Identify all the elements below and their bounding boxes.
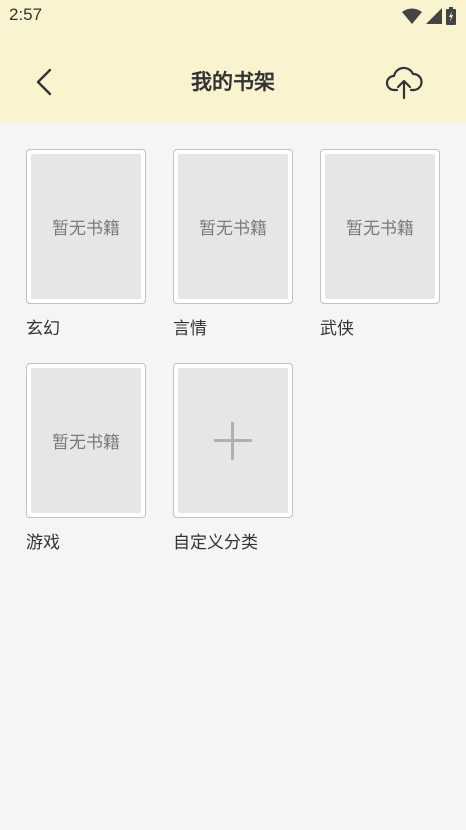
shelf-label: 武侠 xyxy=(320,319,354,339)
cellular-signal-icon xyxy=(426,8,442,24)
shelf-label: 游戏 xyxy=(26,533,60,553)
shelf-label: 玄幻 xyxy=(26,319,60,339)
wifi-icon xyxy=(402,8,422,24)
battery-icon xyxy=(446,7,456,25)
app-header: 我的书架 xyxy=(0,32,466,122)
add-category-area xyxy=(178,368,288,513)
shelf-card[interactable]: 暂无书籍 武侠 xyxy=(320,149,442,339)
status-icons xyxy=(402,7,456,25)
shelf-cover[interactable]: 暂无书籍 xyxy=(26,149,146,304)
empty-shelf-text: 暂无书籍 xyxy=(325,154,435,299)
empty-shelf-text: 暂无书籍 xyxy=(31,154,141,299)
empty-shelf-text: 暂无书籍 xyxy=(178,154,288,299)
add-category-card[interactable]: 自定义分类 xyxy=(173,363,295,553)
shelf-card[interactable]: 暂无书籍 游戏 xyxy=(26,363,148,553)
shelf-label: 言情 xyxy=(173,319,207,339)
cloud-upload-button[interactable] xyxy=(384,62,424,102)
plus-icon xyxy=(214,421,252,460)
add-category-button[interactable] xyxy=(173,363,293,518)
shelf-cover[interactable]: 暂无书籍 xyxy=(320,149,440,304)
shelf-card[interactable]: 暂无书籍 言情 xyxy=(173,149,295,339)
shelf-cover[interactable]: 暂无书籍 xyxy=(26,363,146,518)
empty-shelf-text: 暂无书籍 xyxy=(31,368,141,513)
shelf-card[interactable]: 暂无书籍 玄幻 xyxy=(26,149,148,339)
status-bar: 2:57 xyxy=(0,0,466,32)
shelf-cover[interactable]: 暂无书籍 xyxy=(173,149,293,304)
add-category-label: 自定义分类 xyxy=(173,533,258,553)
cloud-upload-icon xyxy=(385,66,423,100)
status-time: 2:57 xyxy=(9,5,43,24)
